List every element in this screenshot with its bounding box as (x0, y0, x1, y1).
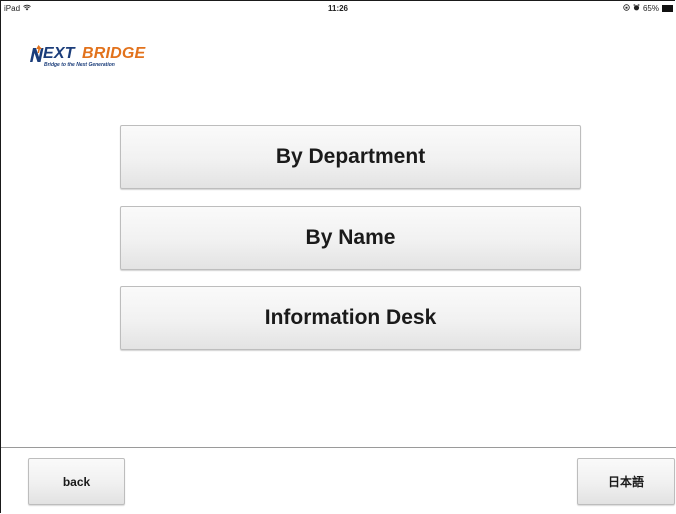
status-right: 65% (623, 4, 673, 13)
status-time: 11:26 (327, 4, 349, 13)
information-desk-button[interactable]: Information Desk (120, 286, 581, 350)
logo-tagline: Bridge to the Next Generation (44, 62, 115, 68)
battery-icon (662, 5, 673, 12)
orientation-lock-icon (623, 4, 630, 13)
battery-percent: 65% (642, 4, 659, 13)
japanese-language-button[interactable]: 日本語 (577, 458, 675, 505)
logo-ext-text: EXT (43, 45, 75, 62)
status-bar: iPad 11:26 65% (1, 1, 675, 17)
by-department-button[interactable]: By Department (120, 125, 581, 189)
logo-bridge-text: BRIDGE (82, 45, 146, 62)
nextbridge-logo: EXT BRIDGE Bridge to the Next Generation (29, 44, 159, 76)
by-name-button[interactable]: By Name (120, 206, 581, 270)
back-button[interactable]: back (28, 458, 125, 505)
footer-divider (1, 447, 676, 448)
alarm-icon (633, 4, 640, 13)
